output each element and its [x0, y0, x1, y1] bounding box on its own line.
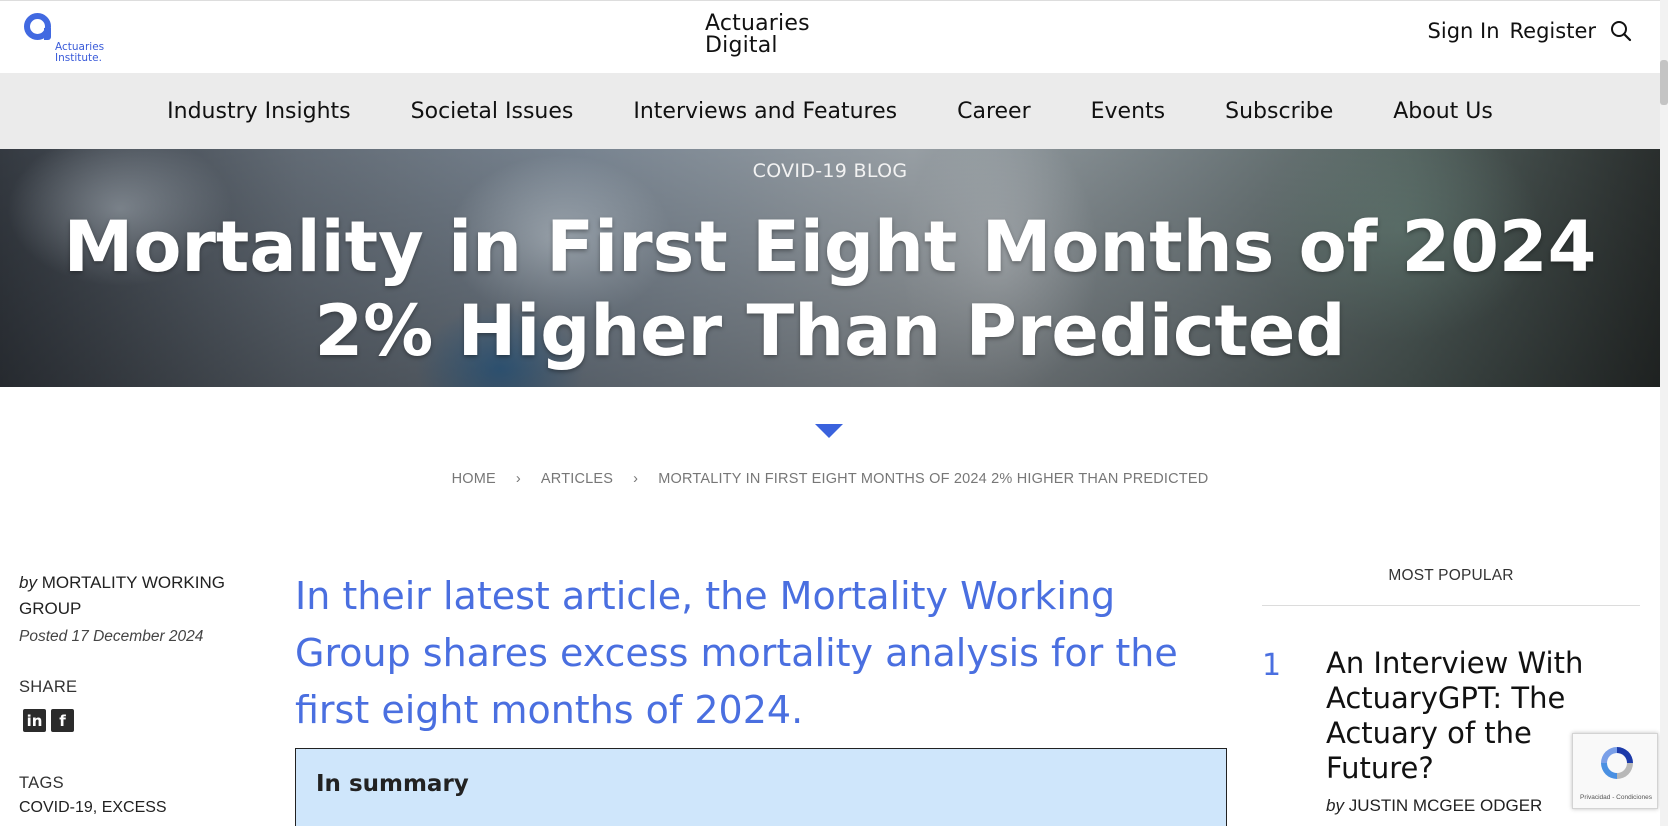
recaptcha-links[interactable]: Privacidad - Condiciones [1573, 794, 1659, 801]
page-scrollbar[interactable] [1660, 0, 1668, 826]
site-title-line2: Digital [705, 33, 778, 58]
popular-author-name[interactable]: JUSTIN MCGEE ODGER [1349, 796, 1543, 815]
byline-prefix: by [19, 573, 37, 592]
nav-item-events[interactable]: Events [1061, 99, 1196, 124]
breadcrumb: HOME › ARTICLES › MORTALITY IN FIRST EIG… [0, 471, 1660, 487]
hero-banner: COVID-19 BLOG Mortality in First Eight M… [0, 149, 1660, 387]
article-meta: by MORTALITY WORKING GROUP Posted 17 Dec… [19, 570, 249, 817]
facebook-icon[interactable]: f [51, 709, 74, 732]
hero-category[interactable]: COVID-19 BLOG [0, 160, 1660, 182]
share-label: SHARE [19, 678, 78, 696]
article-author[interactable]: MORTALITY WORKING GROUP [19, 573, 225, 618]
actuaries-institute-logo[interactable]: Actuaries Institute. [22, 11, 112, 66]
posted-date: Posted 17 December 2024 [19, 628, 204, 645]
summary-box: In summary [295, 748, 1227, 826]
header-actions: Sign In Register [1428, 19, 1632, 43]
site-title-line1: Actuaries [705, 11, 810, 36]
breadcrumb-current: MORTALITY IN FIRST EIGHT MONTHS OF 2024 … [658, 471, 1209, 487]
scrollbar-thumb[interactable] [1660, 60, 1668, 105]
nav-item-about-us[interactable]: About Us [1363, 99, 1523, 124]
nav-item-subscribe[interactable]: Subscribe [1195, 99, 1363, 124]
summary-title: In summary [316, 771, 469, 797]
sign-in-link[interactable]: Sign In [1428, 19, 1500, 43]
breadcrumb-separator-icon: › [515, 471, 521, 487]
most-popular-heading: MOST POPULAR [1388, 567, 1514, 584]
article-lead: In their latest article, the Mortality W… [295, 574, 1178, 732]
search-icon[interactable] [1610, 20, 1632, 42]
logo-mark-tail [44, 28, 51, 40]
logo-text-line2: Institute. [55, 52, 102, 64]
linkedin-icon[interactable]: in [23, 709, 46, 732]
scroll-down-arrow-icon[interactable] [815, 424, 843, 438]
site-title[interactable]: Actuaries Digital [705, 13, 810, 57]
tags-list[interactable]: COVID-19, EXCESS [19, 799, 249, 817]
divider [1262, 605, 1640, 606]
nav-item-societal-issues[interactable]: Societal Issues [381, 99, 604, 124]
nav-item-career[interactable]: Career [927, 99, 1061, 124]
logo-text: Actuaries Institute. [55, 42, 104, 64]
recaptcha-icon [1601, 747, 1633, 779]
popular-rank: 1 [1262, 648, 1282, 683]
nav-item-industry-insights[interactable]: Industry Insights [137, 99, 381, 124]
breadcrumb-separator-icon: › [633, 471, 639, 487]
tags-label: TAGS [19, 774, 64, 792]
breadcrumb-home[interactable]: HOME [452, 471, 496, 487]
share-icons: in f [23, 709, 249, 732]
main-nav: Industry Insights Societal Issues Interv… [0, 73, 1660, 149]
register-link[interactable]: Register [1510, 19, 1596, 43]
breadcrumb-articles[interactable]: ARTICLES [541, 471, 613, 487]
nav-item-interviews-and-features[interactable]: Interviews and Features [603, 99, 927, 124]
recaptcha-badge[interactable]: Privacidad - Condiciones [1572, 733, 1658, 809]
byline-prefix: by [1326, 796, 1344, 815]
popular-article-author: by JUSTIN MCGEE ODGER [1326, 796, 1542, 816]
site-header: Actuaries Institute. Actuaries Digital S… [0, 0, 1660, 73]
page-title: Mortality in First Eight Months of 2024 … [63, 206, 1597, 372]
article-byline: by MORTALITY WORKING GROUP [19, 570, 249, 622]
